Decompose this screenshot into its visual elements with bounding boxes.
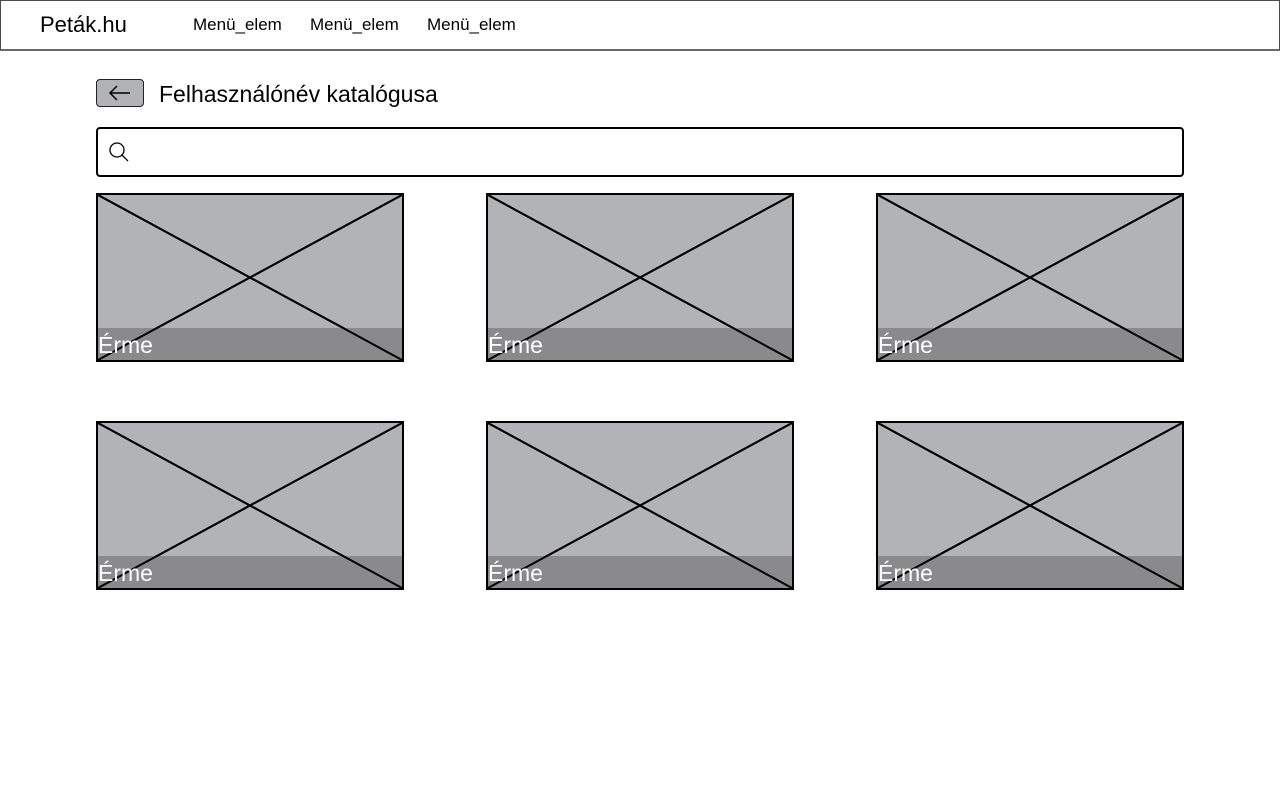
brand-logo[interactable]: Peták.hu: [40, 12, 127, 38]
card-label: Érme: [488, 332, 543, 358]
top-navbar: Peták.hu Menü_elem Menü_elem Menü_elem: [0, 0, 1280, 51]
search-icon: [109, 142, 129, 162]
card-label: Érme: [878, 332, 933, 358]
search-input[interactable]: [138, 135, 1172, 171]
card-label: Érme: [98, 332, 153, 358]
catalog-item[interactable]: Érme: [486, 193, 794, 362]
arrow-left-icon: [108, 85, 130, 101]
catalog-item[interactable]: Érme: [96, 421, 404, 590]
catalog-item[interactable]: Érme: [486, 421, 794, 590]
menu-item-2[interactable]: Menü_elem: [310, 15, 399, 35]
search-bar[interactable]: [96, 127, 1184, 177]
card-label: Érme: [878, 560, 933, 586]
page-title: Felhasználónév katalógusa: [159, 81, 438, 107]
card-label: Érme: [98, 560, 153, 586]
menu-item-1[interactable]: Menü_elem: [193, 15, 282, 35]
card-label: Érme: [488, 560, 543, 586]
back-button[interactable]: [96, 79, 144, 107]
catalog-item[interactable]: Érme: [876, 421, 1184, 590]
catalog-item[interactable]: Érme: [96, 193, 404, 362]
catalog-item[interactable]: Érme: [876, 193, 1184, 362]
menu-item-3[interactable]: Menü_elem: [427, 15, 516, 35]
